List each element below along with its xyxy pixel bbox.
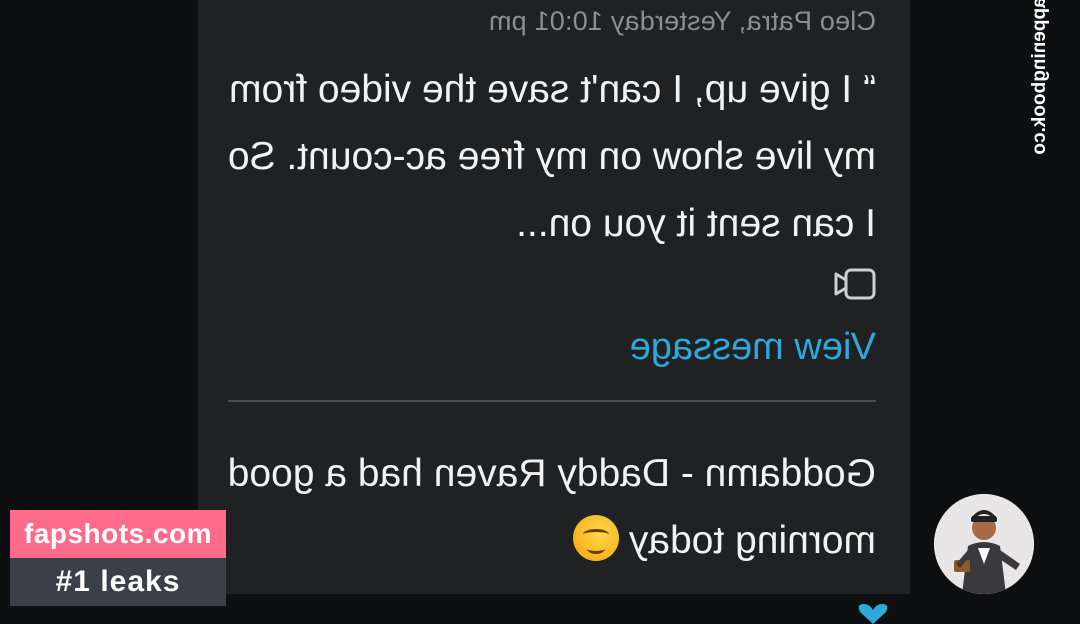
video-camera-icon xyxy=(834,268,876,300)
side-watermark-text: fappeningbook.co xyxy=(1029,0,1050,155)
divider xyxy=(228,400,876,402)
tagline-watermark: #1 leaks xyxy=(10,558,226,606)
heart-icon[interactable] xyxy=(856,604,890,624)
site-watermark: fapshots.com xyxy=(10,510,226,558)
post-text: Goddamn - Daddy Raven had a good morning… xyxy=(227,452,876,562)
sender-timestamp: Cleo Patra, Yesterday 10:01 pm xyxy=(488,6,876,36)
message-card: Cleo Patra, Yesterday 10:01 pm “ I give … xyxy=(198,0,910,594)
cartoon-man-avatar-icon xyxy=(934,494,1034,594)
side-watermark: fappeningbook.co xyxy=(1020,0,1060,180)
view-message-link[interactable]: View message xyxy=(630,326,876,369)
quoted-message-text: “ I give up, I can't save the video from… xyxy=(227,68,876,245)
drooling-emoji-icon xyxy=(572,515,619,561)
post-text-block: Goddamn - Daddy Raven had a good morning… xyxy=(226,440,876,574)
avatar[interactable] xyxy=(934,494,1034,594)
